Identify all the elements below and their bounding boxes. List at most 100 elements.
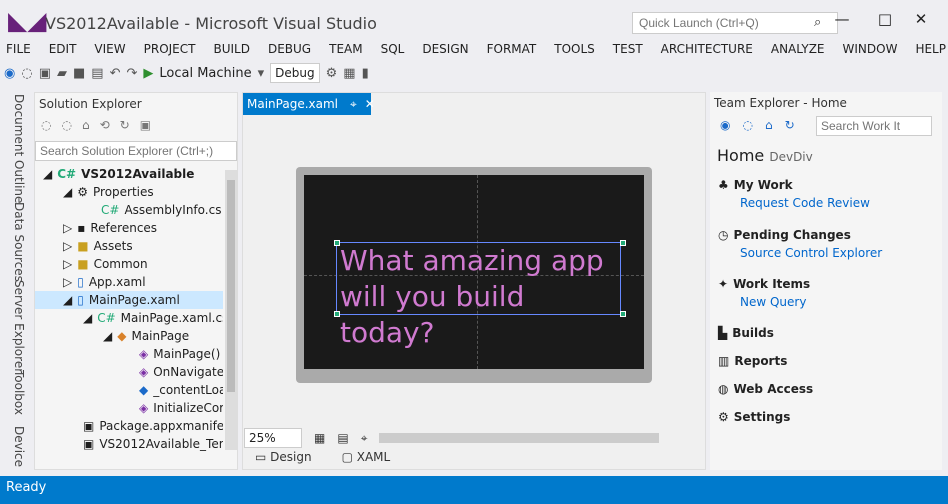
xaml-tab[interactable]: ▢ XAML [342,450,391,464]
tree-item[interactable]: ◈ OnNavigate [35,363,223,381]
menu-tools[interactable]: TOOLS [554,42,595,56]
crosshair-icon[interactable]: ⌖ [361,431,368,446]
design-tab[interactable]: ▭ Design [255,450,312,464]
save-icon[interactable]: ■ [73,66,85,81]
solution-search-input[interactable] [35,141,237,161]
back-icon[interactable]: ◉ [4,66,15,81]
scrollbar-thumb[interactable] [227,180,235,392]
collapsed-arrow-icon[interactable]: ▷ [63,257,72,271]
menu-sql[interactable]: SQL [381,42,405,56]
minimize-button[interactable]: — [824,10,860,30]
menu-architecture[interactable]: ARCHITECTURE [661,42,753,56]
redo-icon[interactable]: ↷ [126,66,137,81]
sync-icon[interactable]: ⟲ [100,118,110,132]
menu-edit[interactable]: EDIT [49,42,77,56]
layout-icon[interactable]: ▦ [343,66,355,81]
forward-icon[interactable]: ◌ [742,118,752,132]
tree-item[interactable]: ◈ InitializeCor [35,399,223,417]
tree-item[interactable]: ▣VS2012Available_Temp [35,435,223,453]
menu-window[interactable]: WINDOW [843,42,898,56]
tree-item[interactable]: C# AssemblyInfo.cs [35,201,223,219]
home-icon[interactable]: ⌂ [765,118,773,132]
selection-handle[interactable] [334,311,340,317]
csharp-file-icon: C# [101,203,120,217]
menu-file[interactable]: FILE [6,42,31,56]
start-debug-icon[interactable]: ▶ [143,66,153,81]
window-title: VS2012Available - Microsoft Visual Studi… [45,14,377,33]
selection-handle[interactable] [334,240,340,246]
menu-test[interactable]: TEST [613,42,643,56]
save-all-icon[interactable]: ▤ [91,66,103,81]
tree-item-selected[interactable]: ◢ ▯ MainPage.xaml [35,291,223,309]
grid-icon[interactable]: ▦ [314,431,325,445]
menu-help[interactable]: HELP [915,42,946,56]
tree-item[interactable]: ◢ ⚙ Properties [35,183,223,201]
expanded-arrow-icon[interactable]: ◢ [83,311,92,325]
solution-config-icon[interactable]: ⚙ [326,66,338,81]
back-icon[interactable]: ◌ [41,118,51,132]
collapsed-arrow-icon[interactable]: ▷ [63,239,72,253]
solution-tree: ◢ C# VS2012Available ◢ ⚙ Properties C# Assemb… [35,165,223,453]
refresh-icon[interactable]: ↻ [785,118,795,132]
chevron-down-icon[interactable]: ▾ [258,66,265,81]
menu-project[interactable]: PROJECT [144,42,196,56]
bookmark-icon[interactable]: ▮ [362,66,369,81]
references-icon: ▪ [77,221,86,235]
solution-scrollbar[interactable] [225,170,237,450]
designer-canvas[interactable]: What amazing app will you build today? [244,115,689,426]
menu-view[interactable]: VIEW [94,42,125,56]
undo-icon[interactable]: ↶ [110,66,121,81]
forward-icon[interactable]: ◌ [21,66,32,81]
open-folder-icon[interactable]: ▰ [57,66,67,81]
new-project-icon[interactable]: ▣ [39,66,51,81]
quick-launch-input[interactable] [632,12,838,34]
home-icon[interactable]: ⌂ [82,118,90,132]
device-tab[interactable]: Device [12,426,26,467]
menu-format[interactable]: FORMAT [487,42,537,56]
tree-item[interactable]: ◆ _contentLoa [35,381,223,399]
pin-icon[interactable]: ⌖ [350,97,357,112]
expanded-arrow-icon[interactable]: ◢ [103,329,112,343]
selection-handle[interactable] [620,311,626,317]
team-search-input[interactable] [816,116,932,136]
collapse-icon[interactable]: ▣ [140,118,151,132]
tree-item[interactable]: ◈ MainPage() [35,345,223,363]
document-outline-tab[interactable]: Document Outline [12,94,26,203]
close-button[interactable]: ✕ [903,10,939,30]
server-explorer-tab[interactable]: Server Explorer [12,280,26,373]
tree-item[interactable]: ▷ ▯ App.xaml [35,273,223,291]
app-text-block[interactable]: What amazing app will you build today? [336,242,621,349]
collapsed-arrow-icon[interactable]: ▷ [63,221,72,235]
snap-icon[interactable]: ▤ [337,431,348,445]
selection-handle[interactable] [620,240,626,246]
target-select[interactable]: Local Machine [159,66,251,81]
maximize-button[interactable]: □ [867,10,903,30]
menu-debug[interactable]: DEBUG [268,42,311,56]
collapsed-arrow-icon[interactable]: ▷ [63,275,72,289]
forward-icon[interactable]: ◌ [61,118,71,132]
menu-build[interactable]: BUILD [213,42,249,56]
horizontal-scrollbar[interactable] [379,433,660,443]
toolbox-tab[interactable]: Toolbox [12,370,26,415]
tree-item[interactable]: ▷ ▪ References [35,219,223,237]
config-select[interactable]: Debug [270,63,320,83]
menu-analyze[interactable]: ANALYZE [771,42,825,56]
zoom-select[interactable]: 25% [244,428,302,448]
refresh-icon[interactable]: ↻ [120,118,130,132]
menu-team[interactable]: TEAM [329,42,362,56]
close-tab-icon[interactable]: ✕ [365,97,375,111]
menu-design[interactable]: DESIGN [422,42,468,56]
tree-item[interactable]: ◢ C# VS2012Available [35,165,223,183]
main-page-tab[interactable]: MainPage.xaml ⌖ ✕ [243,93,375,115]
main-toolbar: ◉ ◌ ▣ ▰ ■ ▤ ↶ ↷ ▶ Local Machine ▾ Debug … [4,61,369,85]
expanded-arrow-icon[interactable]: ◢ [43,167,52,181]
tree-item[interactable]: ▷ ■ Common [35,255,223,273]
tree-item[interactable]: ◢ C# MainPage.xaml.cs [35,309,223,327]
data-sources-tab[interactable]: Data Sources [12,202,26,282]
tree-item[interactable]: ▷ ■ Assets [35,237,223,255]
tree-item[interactable]: ▣ Package.appxmanifest [35,417,223,435]
back-icon[interactable]: ◉ [720,118,730,132]
expanded-arrow-icon[interactable]: ◢ [63,293,72,307]
tree-item[interactable]: ◢ ◆ MainPage [35,327,223,345]
expanded-arrow-icon[interactable]: ◢ [63,185,72,199]
